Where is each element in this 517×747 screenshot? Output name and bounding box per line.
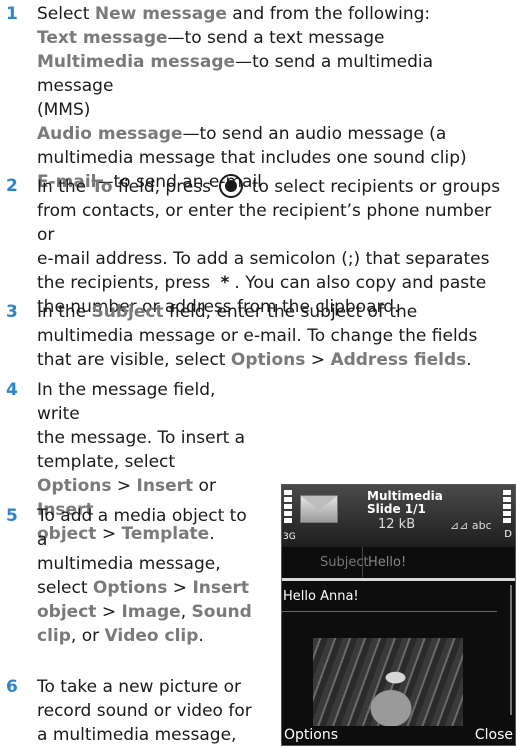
signal-strength-icon <box>284 490 292 525</box>
ui-term: Insert <box>136 476 194 496</box>
star-key-icon: * <box>220 273 230 293</box>
message-body[interactable]: Hello Anna! <box>283 589 359 604</box>
step-number: 2 <box>6 176 18 196</box>
step-text: Select New message and from the followin… <box>37 4 467 192</box>
subject-label: Subject <box>320 555 369 570</box>
navi-key-icon <box>219 174 244 198</box>
ui-term: Options <box>92 578 168 598</box>
ui-term: Subject <box>91 302 164 322</box>
ui-term: object <box>37 602 97 622</box>
ui-term: Sound <box>191 602 252 622</box>
network-indicator: 3G <box>283 532 296 542</box>
ui-term: Address fields <box>330 350 467 370</box>
step-text: To add a media object to a multimedia me… <box>37 506 252 646</box>
ui-term: New message <box>94 4 227 24</box>
options-softkey[interactable]: Options <box>284 727 338 743</box>
ui-term: Video clip <box>104 626 199 646</box>
separator <box>282 578 515 581</box>
step-text: To take a new picture or record sound or… <box>37 677 252 745</box>
step-number: 1 <box>6 4 18 24</box>
step-number: 4 <box>6 380 18 400</box>
ui-term: Multimedia message <box>37 52 236 72</box>
envelope-icon <box>300 495 338 523</box>
ui-term: To <box>91 177 113 197</box>
divider <box>282 611 497 612</box>
ui-term: Image <box>121 602 181 622</box>
ui-term: Options <box>37 476 112 496</box>
ui-term: clip <box>37 626 71 646</box>
ui-term: Audio message <box>37 124 183 144</box>
step-number: 3 <box>6 302 18 322</box>
ui-term: Options <box>230 350 306 370</box>
ui-term: Insert <box>192 578 250 598</box>
step-number: 5 <box>6 506 18 526</box>
input-mode-indicator: ⊿⊿ abc <box>450 519 492 532</box>
phone-screenshot: Multimedia Slide 1/1 12 kB ⊿⊿ abc 3G D S… <box>281 484 516 746</box>
close-softkey[interactable]: Close <box>475 727 513 743</box>
d-indicator: D <box>504 529 512 540</box>
step-number: 6 <box>6 677 18 697</box>
phone-title: Multimedia <box>367 489 443 503</box>
slide-indicator: Slide 1/1 <box>367 502 426 516</box>
message-size: 12 kB <box>378 517 416 532</box>
battery-icon <box>503 490 511 525</box>
inserted-photo <box>313 638 463 726</box>
step-text: In the To field, press to select recipie… <box>37 174 511 319</box>
ui-term: Text message <box>37 28 168 48</box>
step-text: In the Subject field, enter the subject … <box>37 302 478 370</box>
subject-field[interactable]: Hello! <box>368 555 406 570</box>
scrollbar[interactable] <box>510 585 512 715</box>
